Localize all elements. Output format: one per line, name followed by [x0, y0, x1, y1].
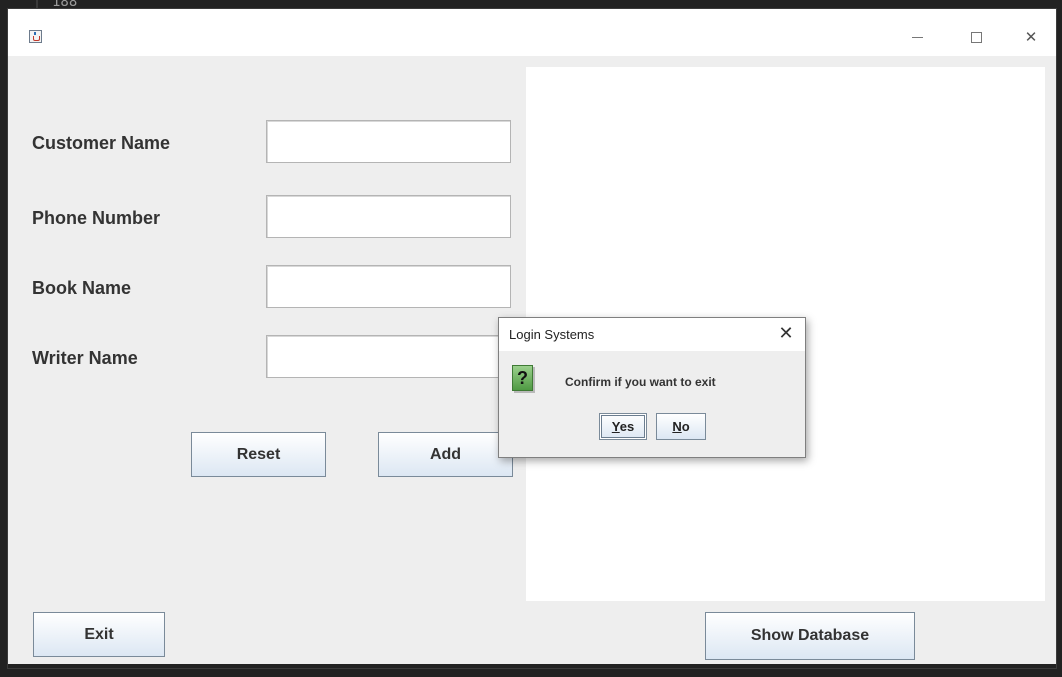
java-steam-shape: [34, 32, 36, 35]
close-icon: ✕: [1024, 28, 1038, 46]
yes-mnemonic: Y: [611, 419, 620, 434]
no-mnemonic: N: [672, 419, 682, 434]
writer-name-field[interactable]: [266, 335, 511, 378]
customer-name-field[interactable]: [266, 120, 511, 163]
phone-number-label: Phone Number: [32, 208, 161, 228]
dialog-close-button[interactable]: ✕: [771, 320, 801, 348]
yes-label-rest: es: [619, 419, 635, 434]
no-label-rest: o: [681, 419, 690, 434]
dialog-title: Login Systems: [509, 327, 595, 342]
add-button[interactable]: Add: [378, 432, 513, 477]
reset-button[interactable]: Reset: [191, 432, 326, 477]
phone-number-field[interactable]: [266, 195, 511, 238]
window-bottom-edge: [8, 664, 1056, 668]
writer-name-label: Writer Name: [32, 348, 138, 368]
yes-button[interactable]: Yes: [599, 413, 647, 440]
exit-button[interactable]: Exit: [33, 612, 165, 657]
maximize-icon: [970, 32, 982, 43]
window-titlebar[interactable]: ✕: [8, 9, 1056, 56]
close-icon: ✕: [778, 323, 794, 344]
customer-name-label: Customer Name: [32, 133, 171, 153]
no-button[interactable]: No: [656, 413, 706, 440]
book-name-field[interactable]: [266, 265, 511, 308]
confirm-exit-dialog: Login Systems ✕ ? Confirm if you want to…: [498, 317, 806, 458]
java-cup-shape: [33, 36, 40, 41]
dialog-titlebar[interactable]: Login Systems ✕: [499, 318, 805, 351]
java-app-icon: [29, 30, 42, 43]
minimize-button[interactable]: [894, 23, 940, 51]
show-database-button[interactable]: Show Database: [705, 612, 915, 660]
book-name-label: Book Name: [32, 278, 132, 298]
minimize-icon: [911, 37, 923, 38]
maximize-button[interactable]: [953, 23, 999, 51]
close-button[interactable]: ✕: [1008, 23, 1054, 51]
question-icon: ?: [512, 365, 533, 391]
dialog-message: Confirm if you want to exit: [565, 375, 716, 389]
